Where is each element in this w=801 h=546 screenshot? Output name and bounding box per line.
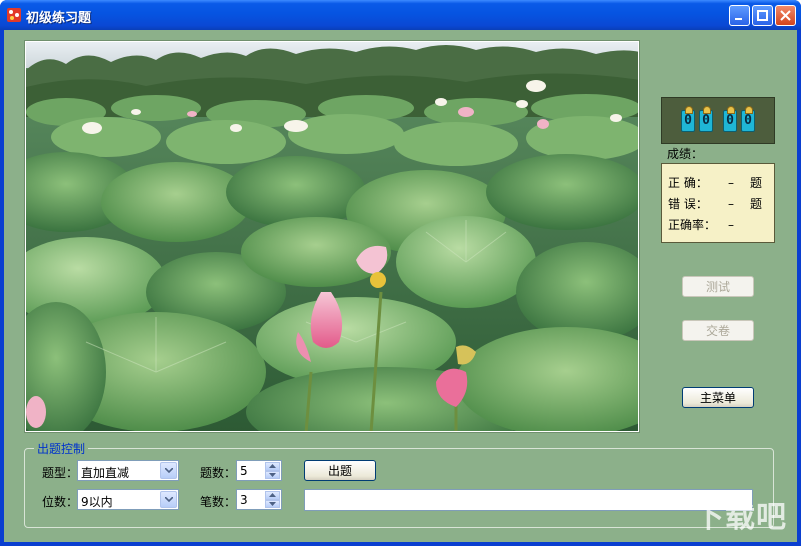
submit-button[interactable]: 交卷: [682, 320, 754, 341]
app-window: 初级练习题 0 0 0 0 成绩： 正 确： – 题 错 误： – 题 正确率：…: [0, 0, 801, 546]
score-value: –: [728, 176, 734, 190]
counter-digit: 0: [681, 105, 695, 132]
counter-digit: 0: [723, 105, 737, 132]
group-title: 出题控制: [34, 440, 89, 457]
spin-down-icon[interactable]: [265, 470, 280, 479]
chevron-down-icon[interactable]: [160, 491, 177, 508]
watermark-logo: 下载吧: [694, 500, 787, 535]
score-key: 正 确：: [668, 176, 708, 190]
app-icon: [7, 8, 21, 22]
spin-down-icon[interactable]: [265, 499, 280, 508]
lotus-pond-image: [24, 40, 640, 433]
score-label: 成绩：: [667, 147, 704, 161]
strokes-value: 3: [240, 493, 248, 507]
chevron-down-icon[interactable]: [160, 462, 177, 479]
digits-value: 9以内: [81, 495, 113, 509]
score-unit: 题: [750, 176, 763, 190]
close-icon: [780, 10, 791, 21]
spin-up-icon[interactable]: [265, 491, 280, 500]
title-bar[interactable]: 初级练习题: [0, 0, 801, 30]
score-value: –: [728, 197, 734, 211]
counter-digit: 0: [741, 105, 755, 132]
score-row-accuracy: 正确率： –: [668, 215, 774, 236]
score-panel: 正 确： – 题 错 误： – 题 正确率： –: [661, 163, 775, 243]
score-unit: 题: [750, 197, 763, 211]
maximize-button[interactable]: [752, 5, 773, 26]
minimize-icon: [735, 18, 742, 20]
score-counter: 0 0 0 0: [661, 97, 775, 144]
score-value: –: [728, 218, 734, 232]
test-button[interactable]: 测试: [682, 276, 754, 297]
count-label: 题数：: [200, 466, 237, 480]
score-row-wrong: 错 误： – 题: [668, 194, 774, 215]
digits-label: 位数：: [42, 495, 79, 509]
close-button[interactable]: [775, 5, 796, 26]
score-key: 错 误：: [668, 197, 708, 211]
maximize-icon: [757, 10, 768, 21]
type-label: 题型：: [42, 466, 79, 480]
strokes-label: 笔数：: [200, 495, 237, 509]
generate-button[interactable]: 出题: [304, 460, 376, 481]
type-select[interactable]: 直加直减: [77, 460, 179, 481]
count-value: 5: [240, 464, 248, 478]
digits-select[interactable]: 9以内: [77, 489, 179, 510]
spin-up-icon[interactable]: [265, 462, 280, 471]
count-stepper[interactable]: 5: [236, 460, 282, 481]
score-key: 正确率：: [668, 218, 717, 232]
strokes-stepper[interactable]: 3: [236, 489, 282, 510]
minimize-button[interactable]: [729, 5, 750, 26]
score-row-correct: 正 确： – 题: [668, 173, 774, 194]
counter-digit: 0: [699, 105, 713, 132]
answer-input[interactable]: [304, 489, 753, 511]
main-menu-button[interactable]: 主菜单: [682, 387, 754, 408]
client-area: 0 0 0 0 成绩： 正 确： – 题 错 误： – 题 正确率： – 测试: [4, 30, 797, 542]
window-title: 初级练习题: [26, 11, 92, 26]
type-value: 直加直减: [81, 466, 130, 480]
